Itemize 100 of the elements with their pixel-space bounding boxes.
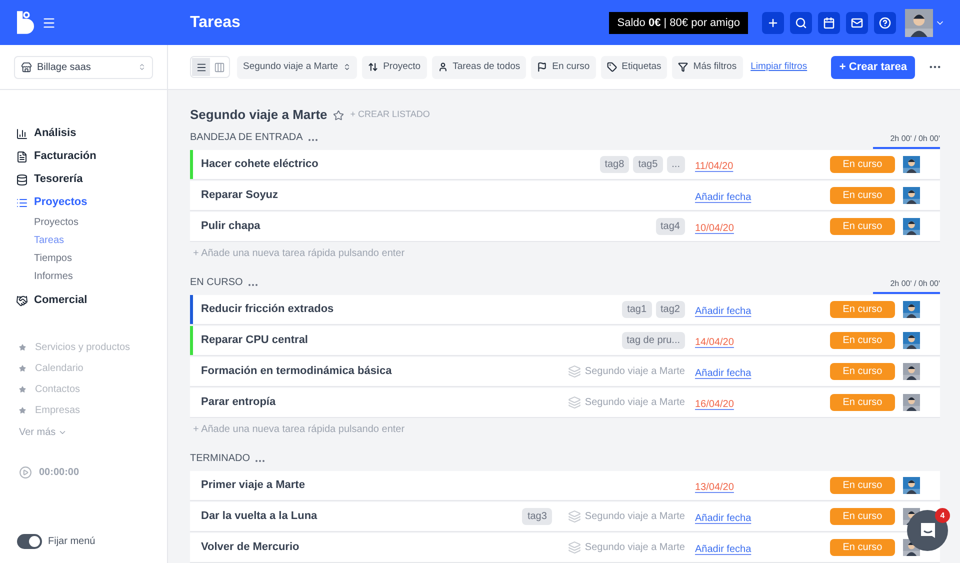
- filter-button[interactable]: En curso: [531, 56, 596, 78]
- nav-subitem[interactable]: Informes: [34, 268, 167, 286]
- task-name: Primer viaje a Marte: [200, 478, 306, 494]
- section-title: BANDEJA DE ENTRADA: [190, 131, 303, 145]
- status-button[interactable]: En curso: [830, 394, 895, 411]
- layers-icon: [568, 510, 581, 523]
- task-name: Pulir chapa: [200, 219, 262, 234]
- layers-icon: [568, 365, 581, 378]
- tag[interactable]: tag4: [656, 218, 685, 235]
- add-date-link[interactable]: Añadir fecha: [695, 544, 752, 554]
- show-more-link[interactable]: Ver más: [19, 421, 67, 443]
- pin-label: Fijar menú: [48, 535, 96, 549]
- tag[interactable]: tag3: [522, 508, 552, 525]
- task-name: Reducir fricción extrados: [200, 302, 335, 318]
- calendar-icon: [823, 16, 835, 28]
- task-name: Dar la vuelta a la Luna: [200, 509, 318, 524]
- status-button[interactable]: En curso: [830, 477, 895, 494]
- nav-subitem[interactable]: Tiempos: [34, 250, 167, 268]
- create-list-link[interactable]: + CREAR LISTADO: [350, 108, 430, 122]
- nav-item[interactable]: Proyectos: [16, 191, 167, 214]
- logo-icon: [17, 11, 34, 34]
- add-date-link[interactable]: Añadir fecha: [695, 192, 752, 202]
- status-button[interactable]: En curso: [830, 332, 895, 349]
- status-button[interactable]: En curso: [830, 156, 895, 173]
- filter-button[interactable]: Más filtros: [672, 56, 743, 78]
- nav-item[interactable]: Análisis: [16, 122, 167, 145]
- filter-button[interactable]: Proyecto: [362, 56, 427, 78]
- task-row[interactable]: Dar la vuelta a la Luna tag3 Segundo viaje a Marte Añadir fecha En curso: [190, 502, 940, 531]
- clear-filters-link[interactable]: Limpiar filtros: [750, 60, 808, 74]
- status-button[interactable]: En curso: [830, 508, 895, 525]
- nav-subitem[interactable]: Tareas: [34, 232, 167, 250]
- tag[interactable]: tag8: [600, 156, 630, 173]
- chart-icon: [16, 128, 28, 140]
- nav-subitem[interactable]: Proyectos: [34, 214, 167, 232]
- filter-button[interactable]: Tareas de todos: [432, 56, 526, 78]
- project-name: Segundo viaje a Marte: [584, 365, 685, 379]
- list-view-button[interactable]: [192, 58, 210, 76]
- handshake-icon: [16, 294, 28, 306]
- nav-item[interactable]: Tesorería: [16, 168, 167, 191]
- star-icon[interactable]: [333, 110, 344, 120]
- tag[interactable]: tag5: [633, 156, 663, 173]
- due-date[interactable]: 16/04/20: [695, 398, 734, 410]
- project-name: Segundo viaje a Marte: [584, 541, 685, 555]
- task-row[interactable]: Primer viaje a Marte 13/04/20 En curso: [190, 471, 940, 500]
- section-title: EN CURSO: [190, 276, 243, 290]
- add-date-link[interactable]: Añadir fecha: [695, 512, 752, 524]
- add-button[interactable]: [762, 12, 784, 34]
- menu-icon[interactable]: [42, 16, 56, 30]
- due-date[interactable]: 13/04/20: [695, 482, 734, 492]
- status-button[interactable]: En curso: [830, 363, 895, 380]
- timer: 00:00:00: [39, 466, 80, 480]
- status-button[interactable]: En curso: [830, 539, 895, 556]
- task-row[interactable]: Formación en termodinámica básica Segundo viaje a Marte Añadir fecha En curso: [190, 357, 940, 386]
- nav-item[interactable]: Comercial: [16, 289, 167, 312]
- project-name: Segundo viaje a Marte: [584, 396, 685, 410]
- task-name: Volver de Mercurio: [200, 540, 300, 556]
- store-icon: [21, 62, 32, 72]
- due-date[interactable]: 10/04/20: [695, 222, 734, 234]
- task-row[interactable]: Reducir fricción extrados tag1 tag2 Añadir fecha En curso: [190, 295, 940, 324]
- add-date-link[interactable]: Añadir fecha: [695, 306, 752, 316]
- plus-icon: [767, 16, 779, 28]
- filter-button[interactable]: Etiquetas: [600, 56, 668, 78]
- create-task-button[interactable]: + Crear tarea: [831, 56, 915, 78]
- due-date[interactable]: 14/04/20: [695, 336, 734, 348]
- add-date-link[interactable]: Añadir fecha: [695, 368, 752, 378]
- tag[interactable]: tag2: [656, 301, 685, 318]
- task-row[interactable]: Volver de Mercurio Segundo viaje a Marte Añadir fecha En curso: [190, 533, 940, 562]
- layers-icon: [568, 396, 581, 409]
- project-select[interactable]: Segundo viaje a Marte: [237, 56, 358, 78]
- tag[interactable]: tag1: [622, 301, 652, 318]
- document-icon: [16, 150, 28, 162]
- tag-icon: [606, 62, 617, 72]
- sort-caret-icon: [343, 63, 352, 71]
- status-button[interactable]: En curso: [830, 218, 895, 235]
- task-row[interactable]: Parar entropía Segundo viaje a Marte 16/04/20 En curso: [190, 388, 940, 417]
- task-row[interactable]: Reparar Soyuz Añadir fecha En curso: [190, 181, 940, 210]
- referral-banner[interactable]: Saldo 0€ | 80€ por amigo: [609, 12, 748, 34]
- task-row[interactable]: Pulir chapa tag4 10/04/20 En curso: [190, 212, 940, 241]
- help-icon: [879, 16, 891, 28]
- quick-add-hint[interactable]: + Añade una nueva tarea rápida pulsando enter: [190, 242, 940, 266]
- status-button[interactable]: En curso: [830, 301, 895, 318]
- list-title: Segundo viaje a Marte: [190, 106, 328, 124]
- company-select[interactable]: Billage saas: [14, 56, 153, 78]
- mail-button[interactable]: [846, 12, 868, 34]
- help-button[interactable]: [874, 12, 896, 34]
- list-icon: [196, 62, 206, 72]
- tag[interactable]: tag de pru...: [622, 332, 685, 349]
- search-button[interactable]: [790, 12, 812, 34]
- calendar-button[interactable]: [818, 12, 840, 34]
- star-icon: [19, 386, 26, 393]
- task-name: Reparar Soyuz: [200, 188, 280, 204]
- task-row[interactable]: Hacer cohete eléctrico tag8 tag5 ... 11/04/20 En curso: [190, 150, 940, 179]
- task-row[interactable]: Reparar CPU central tag de pru... 14/04/20 En curso: [190, 326, 940, 355]
- due-date[interactable]: 11/04/20: [695, 160, 734, 172]
- sort-caret-icon: [138, 63, 146, 71]
- pin-toggle[interactable]: [17, 534, 42, 549]
- nav-item[interactable]: Facturación: [16, 145, 167, 168]
- tag[interactable]: ...: [666, 156, 685, 173]
- quick-add-hint[interactable]: + Añade una nueva tarea rápida pulsando enter: [190, 418, 940, 442]
- status-button[interactable]: En curso: [830, 187, 895, 204]
